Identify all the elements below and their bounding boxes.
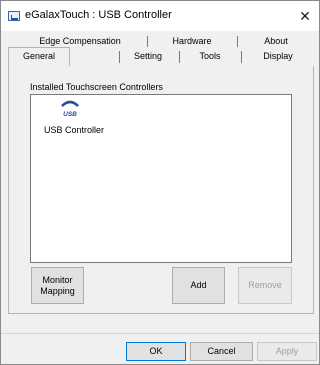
- tab-separator: [237, 36, 238, 47]
- tab-separator: [147, 36, 148, 47]
- controllers-listbox[interactable]: [30, 94, 292, 263]
- tab-edge-compensation[interactable]: Edge Compensation: [15, 34, 145, 48]
- tab-separator: [179, 51, 180, 63]
- tab-display[interactable]: Display: [244, 49, 312, 63]
- tab-tools[interactable]: Tools: [181, 49, 239, 63]
- dialog-window: eGalaxTouch : USB Controller ✕ Edge Comp…: [0, 0, 320, 365]
- tab-about[interactable]: About: [239, 34, 313, 48]
- window-title: eGalaxTouch : USB Controller: [25, 9, 172, 21]
- tab-hardware[interactable]: Hardware: [151, 34, 233, 48]
- remove-button[interactable]: Remove: [238, 267, 292, 304]
- usb-icon-text: USB: [63, 111, 77, 118]
- title-bar[interactable]: eGalaxTouch : USB Controller ✕: [1, 1, 319, 31]
- monitor-mapping-button[interactable]: Monitor Mapping: [31, 267, 84, 304]
- tab-separator: [241, 51, 242, 63]
- tab-setting[interactable]: Setting: [121, 49, 175, 63]
- usb-icon[interactable]: USB: [59, 99, 81, 119]
- tab-separator: [119, 51, 120, 63]
- tab-general[interactable]: General: [9, 49, 69, 63]
- cancel-button[interactable]: Cancel: [190, 342, 253, 361]
- controller-item-label[interactable]: USB Controller: [44, 125, 104, 135]
- footer-separator: [1, 333, 319, 334]
- add-button[interactable]: Add: [172, 267, 225, 304]
- ok-button[interactable]: OK: [126, 342, 186, 361]
- close-button[interactable]: ✕: [295, 7, 315, 25]
- apply-button[interactable]: Apply: [257, 342, 317, 361]
- installed-controllers-label: Installed Touchscreen Controllers: [30, 82, 163, 92]
- app-icon: [8, 11, 20, 21]
